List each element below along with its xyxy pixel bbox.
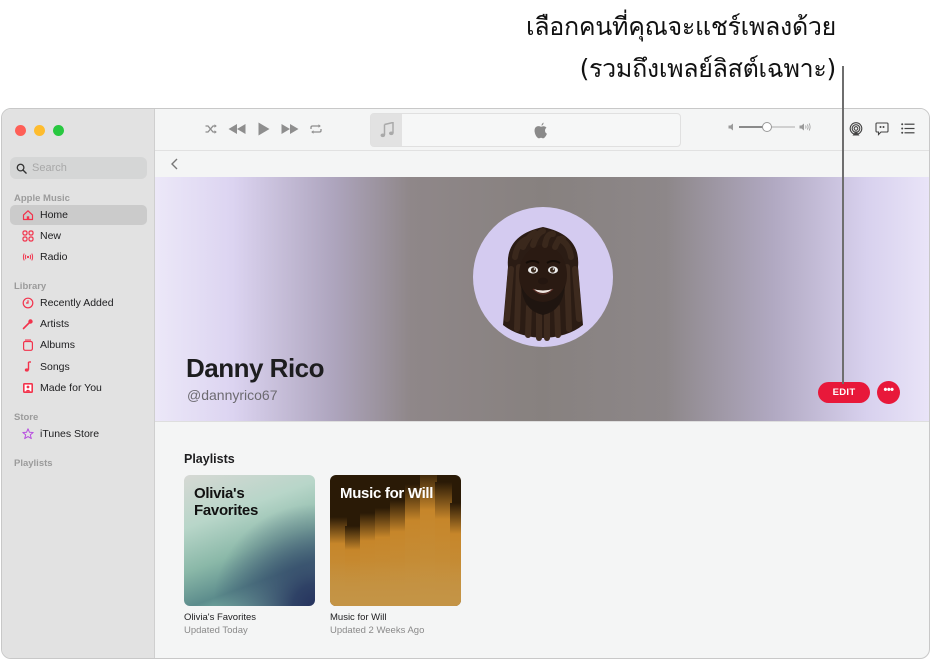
callout-line-1: เลือกคนที่คุณจะแชร์เพลงด้วย [526,12,836,41]
profile-header: Danny Rico @dannyrico67 EDIT ••• [155,177,929,422]
minimize-window-button[interactable] [34,125,45,136]
queue-button[interactable] [901,123,915,134]
playlist-title[interactable]: Music for Will [330,612,461,623]
star-icon [22,428,34,440]
more-options-button[interactable]: ••• [877,381,900,404]
person-square-icon [22,382,34,394]
shuffle-button[interactable] [205,124,217,134]
volume-slider[interactable] [739,122,795,132]
sidebar: Apple Music Home New Radio Library Recen… [2,109,155,658]
callout-annotation: เลือกคนที่คุณจะแชร์เพลงด้วย (รวมถึงเพลย์… [526,6,836,90]
window-controls [15,125,64,136]
edit-profile-button[interactable]: EDIT [818,382,870,403]
airplay-button[interactable] [849,122,863,136]
lyrics-icon [875,122,889,136]
toolbar [155,109,929,151]
sidebar-item-label: New [40,230,62,242]
playlists-heading: Playlists [184,452,235,466]
volume-high-icon [799,123,811,131]
search-input[interactable] [32,162,142,174]
section-label-playlists: Playlists [14,458,53,469]
playlist-updated: Updated 2 Weeks Ago [330,625,425,636]
rewind-icon [228,124,246,134]
house-icon [22,209,34,221]
sidebar-item-label: iTunes Store [40,428,100,440]
callout-leader-line [842,66,844,384]
artwork-placeholder [371,114,402,146]
sidebar-item-label: Artists [40,318,70,330]
volume-slider-knob[interactable] [762,122,772,132]
playlist-title[interactable]: Olivia's Favorites [184,612,315,623]
album-icon [22,339,34,351]
sidebar-item-new[interactable]: New [10,226,147,246]
lyrics-button[interactable] [875,122,889,136]
rewind-button[interactable] [228,124,246,134]
repeat-icon [310,124,322,134]
profile-name: Danny Rico [186,353,325,383]
repeat-button[interactable] [310,124,322,134]
sidebar-item-home[interactable]: Home [10,205,147,225]
clock-icon [22,297,34,309]
sidebar-item-itunes-store[interactable]: iTunes Store [10,424,147,444]
playlist-updated: Updated Today [184,625,248,636]
section-label-store: Store [14,412,39,423]
sidebar-item-radio[interactable]: Radio [10,247,147,267]
now-playing-display[interactable] [370,113,681,147]
artwork-title: Olivia's Favorites [194,485,258,519]
shuffle-icon [205,124,217,134]
profile-handle: @dannyrico67 [187,387,278,403]
zoom-window-button[interactable] [53,125,64,136]
music-note-icon [380,122,394,138]
play-button[interactable] [258,122,270,136]
music-note-icon [22,361,34,373]
sidebar-item-songs[interactable]: Songs [10,357,147,377]
sidebar-item-recently-added[interactable]: Recently Added [10,293,147,313]
fast-forward-icon [281,124,299,134]
sidebar-item-artists[interactable]: Artists [10,314,147,334]
callout-line-2: (รวมถึงเพลย์ลิสต์เฉพาะ) [579,54,837,83]
play-icon [258,122,270,136]
playlist-card[interactable]: Olivia's Favorites Olivia's Favorites Up… [184,475,315,636]
artwork-title: Music for Will [340,485,434,502]
sidebar-item-label: Home [40,209,69,221]
queue-list-icon [901,123,915,134]
sidebar-item-label: Recently Added [40,297,114,309]
volume-control[interactable] [728,122,811,132]
volume-low-icon [728,123,733,131]
music-app-window: Apple Music Home New Radio Library Recen… [1,108,930,659]
memoji-avatar-icon [503,227,583,341]
apple-logo-icon [534,122,547,139]
back-chevron-icon[interactable] [169,157,181,171]
radio-waves-icon [22,251,34,263]
sidebar-item-albums[interactable]: Albums [10,335,147,355]
search-icon [16,163,27,174]
artwork-glow [330,561,461,606]
profile-avatar[interactable] [473,207,613,347]
sidebar-item-label: Radio [40,251,68,263]
sidebar-item-label: Albums [40,339,76,351]
airplay-icon [849,122,863,136]
sidebar-item-label: Made for You [40,382,102,394]
search-field[interactable] [10,157,147,179]
sidebar-item-made-for-you[interactable]: Made for You [10,378,147,398]
navigation-bar [155,151,929,177]
fast-forward-button[interactable] [281,124,299,134]
close-window-button[interactable] [15,125,26,136]
section-label-library: Library [14,281,47,292]
section-label-apple-music: Apple Music [14,193,70,204]
playlist-card[interactable]: Music for Will Music for Will Updated 2 … [330,475,461,636]
sidebar-item-label: Songs [40,361,70,373]
playlist-artwork[interactable]: Olivia's Favorites [184,475,315,606]
microphone-icon [22,318,34,330]
ellipsis-icon: ••• [883,384,894,396]
grid-icon [22,230,34,242]
playlist-artwork[interactable]: Music for Will [330,475,461,606]
